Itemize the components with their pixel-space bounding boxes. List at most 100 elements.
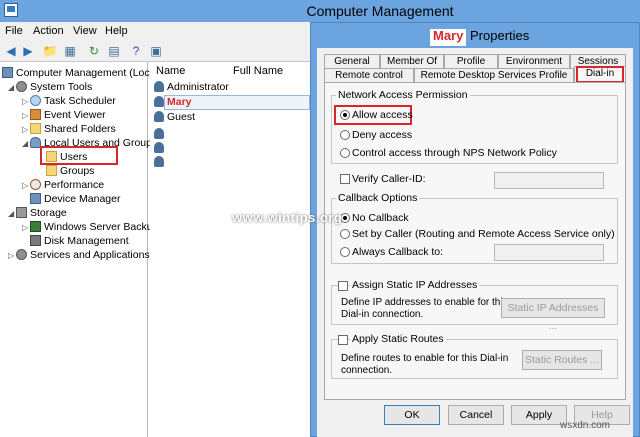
tree-item-performance[interactable]: ▷ Performance [22,178,104,192]
always-callback-label: Always Callback to: [352,246,444,258]
static-routes-description: Define routes to enable for this Dial-in [341,353,509,364]
menu-help[interactable]: Help [105,25,128,37]
verify-caller-id-field[interactable] [494,172,604,189]
tab-profile[interactable]: Profile [444,54,498,69]
tree-item-storage[interactable]: ◢ Storage [8,206,67,220]
storage-icon [16,207,27,218]
expand-icon[interactable]: ▷ [22,109,30,123]
navigation-tree: Computer Management (Local ◢ System Tools… [0,62,158,437]
expand-icon[interactable]: ▷ [22,95,30,109]
tree-item-device-manager[interactable]: Device Manager [30,192,120,206]
list-item-mary[interactable]: Mary [154,95,192,110]
network-access-legend: Network Access Permission [336,89,470,101]
forward-arrow-icon[interactable]: ▶ [20,43,36,59]
help-icon[interactable]: ? [128,43,144,59]
dialog-title-user: Mary [433,28,464,43]
user-icon [154,111,164,122]
tab-environment[interactable]: Environment [498,54,570,69]
tree-item-users[interactable]: Users [46,150,87,164]
up-folder-icon[interactable]: 📁 [42,43,58,59]
expand-icon[interactable]: ▷ [22,123,30,137]
static-routes-description-2: connection. [341,365,393,376]
disk-icon [30,235,41,246]
tree-item-event-viewer[interactable]: ▷ Event Viewer [22,108,106,122]
menu-action[interactable]: Action [33,25,64,37]
back-arrow-icon[interactable]: ◀ [3,43,19,59]
ok-button[interactable]: OK [384,405,440,425]
site-watermark: wsxdn.com [560,420,611,431]
properties-icon[interactable]: ▣ [148,43,164,59]
tab-remote-desktop-services-profile[interactable]: Remote Desktop Services Profile [414,68,574,83]
allow-access-radio[interactable] [340,110,350,120]
tab-member-of[interactable]: Member Of [380,54,444,69]
refresh-icon[interactable]: ↻ [86,43,102,59]
tree-item-groups[interactable]: Groups [46,164,94,178]
always-callback-field[interactable] [494,244,604,261]
clock-icon [30,95,41,106]
tree-item-disk-management[interactable]: Disk Management [30,234,129,248]
tree-item-task-scheduler[interactable]: ▷ Task Scheduler [22,94,116,108]
folder-icon [46,151,57,162]
collapse-icon[interactable]: ◢ [22,137,30,151]
static-ip-description: Define IP addresses to enable for this [341,297,508,308]
column-header-full-name[interactable]: Full Name [233,65,283,77]
list-item[interactable]: Administrator [154,80,229,95]
column-header-name[interactable]: Name [156,65,185,77]
menu-view[interactable]: View [73,25,97,37]
expand-icon[interactable]: ▷ [22,179,30,193]
no-callback-label: No Callback [352,212,409,224]
export-list-icon[interactable]: ▤ [106,43,122,59]
menu-file[interactable]: File [5,25,23,37]
user-icon[interactable] [154,156,164,167]
deny-access-radio[interactable] [340,130,350,140]
collapse-icon[interactable]: ◢ [8,81,16,95]
tree-item-shared-folders[interactable]: ▷ Shared Folders [22,122,116,136]
callback-options-legend: Callback Options [336,192,420,204]
tab-general[interactable]: General [324,54,380,69]
apply-static-routes-label: Apply Static Routes [350,333,446,345]
nps-policy-radio[interactable] [340,148,350,158]
tab-remote-control[interactable]: Remote control [324,68,414,83]
device-icon [30,193,41,204]
allow-access-label: Allow access [352,109,413,121]
verify-caller-id-label: Verify Caller-ID: [352,173,426,185]
expand-icon[interactable]: ▷ [22,221,30,235]
tree-item-services-applications[interactable]: ▷ Services and Applications [8,248,150,262]
services-icon [16,249,27,260]
collapse-icon[interactable]: ◢ [8,207,16,221]
main-window-title: Computer Management [306,3,454,19]
assign-static-ip-label: Assign Static IP Addresses [350,279,480,291]
menu-bar: File Action View Help [0,22,310,40]
list-item[interactable]: Guest [154,110,195,125]
dial-in-highlight-box [576,66,624,83]
apply-button[interactable]: Apply [511,405,567,425]
tree-item-windows-server-backup[interactable]: ▷ Windows Server Backup [22,220,158,234]
user-icon[interactable] [154,142,164,153]
static-ip-description-2: Dial-in connection. [341,309,424,320]
backup-icon [30,221,41,232]
verify-caller-id-checkbox[interactable] [340,174,350,184]
toolbar: ◀ ▶ 📁 ▦ ↻ ▤ ? ▣ [0,40,310,62]
static-ip-addresses-button[interactable]: Static IP Addresses ... [501,298,605,332]
deny-access-label: Deny access [352,129,413,141]
static-routes-button[interactable]: Static Routes ... [522,350,602,370]
user-icon [154,81,164,92]
folder-icon [30,123,41,134]
user-icon [154,96,164,107]
nps-policy-label: Control access through NPS Network Polic… [352,147,557,159]
cancel-button[interactable]: Cancel [448,405,504,425]
set-by-caller-label: Set by Caller (Routing and Remote Access… [352,228,615,240]
tree-item-system-tools[interactable]: ◢ System Tools [8,80,92,94]
folder-icon [46,165,57,176]
event-icon [30,109,41,120]
tree-item-computer-management[interactable]: Computer Management (Local [2,66,158,80]
always-callback-radio[interactable] [340,247,350,257]
computer-icon [2,67,13,78]
show-hide-tree-icon[interactable]: ▦ [62,43,78,59]
watermark-text: www.wintips.org [232,210,343,225]
assign-static-ip-checkbox[interactable] [338,281,348,291]
set-by-caller-radio[interactable] [340,229,350,239]
user-icon[interactable] [154,128,164,139]
apply-static-routes-checkbox[interactable] [338,335,348,345]
expand-icon[interactable]: ▷ [8,249,16,263]
